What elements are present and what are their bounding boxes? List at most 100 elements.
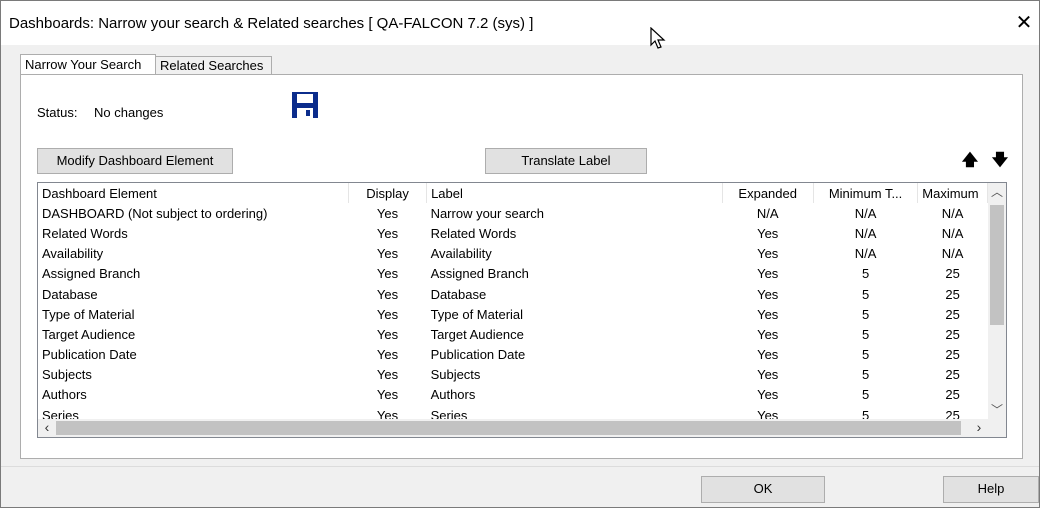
table-cell: Target Audience (430, 326, 524, 342)
table-cell: Publication Date (430, 347, 526, 363)
table-cell: N/A (854, 205, 877, 221)
table-cell: 25 (945, 306, 960, 322)
table-cell: DASHBOARD (Not subject to ordering) (42, 205, 268, 221)
table-cell: 25 (945, 387, 960, 403)
table-cell: 25 (945, 286, 960, 302)
table-row[interactable]: Publication Date Yes Publication Date Yes 5 2… (38, 345, 988, 365)
table-cell: 5 (861, 266, 870, 282)
table-cell: Yes (376, 205, 399, 221)
table-cell: 5 (861, 387, 870, 403)
column-header[interactable]: Display (348, 183, 428, 204)
column-header[interactable]: Maximum (917, 183, 988, 204)
table-cell: 5 (861, 306, 870, 322)
scroll-right-icon[interactable]: › (970, 419, 988, 437)
table-cell: Yes (376, 266, 399, 282)
column-header[interactable]: Minimum T... (813, 183, 919, 204)
table-cell: Availability (430, 246, 492, 262)
table-cell: Authors (430, 387, 476, 403)
table-cell: Yes (376, 286, 399, 302)
modify-dashboard-element-button[interactable]: Modify Dashboard Element (37, 148, 233, 174)
tab-label: Narrow Your Search (25, 57, 142, 72)
table-cell: Yes (376, 306, 399, 322)
ok-button[interactable]: OK (701, 476, 825, 503)
table-cell: Target Audience (42, 326, 136, 342)
status-label: Status: (37, 105, 78, 120)
scroll-up-icon[interactable]: ︿ (988, 183, 1006, 201)
table-cell: Database (430, 286, 487, 302)
column-header[interactable]: Dashboard Element (38, 183, 349, 204)
table-cell: Yes (376, 387, 399, 403)
table-row[interactable]: Type of Material Yes Type of Material Yes 5 2… (38, 304, 988, 324)
move-up-icon[interactable]: 🡅 (959, 150, 981, 172)
tab-panel: Status: No changes Modify Dashboard Elem… (20, 74, 1023, 459)
table-cell: 25 (945, 347, 960, 363)
table-row[interactable]: Authors Yes Authors Yes 5 25 (38, 385, 988, 405)
table-row[interactable]: Related Words Yes Related Words Yes N/A N/A (38, 223, 988, 243)
vertical-scrollbar[interactable]: ︿ ﹀ (988, 183, 1006, 419)
translate-label-button[interactable]: Translate Label (485, 148, 647, 174)
table-cell: N/A (854, 225, 877, 241)
scroll-left-icon[interactable]: ‹ (38, 419, 56, 437)
table-cell: 5 (861, 286, 870, 302)
close-icon[interactable]: ✕ (1013, 13, 1035, 35)
table-cell: Yes (757, 225, 779, 241)
table-cell: N/A (941, 246, 964, 262)
table-cell: 25 (945, 266, 960, 282)
table-cell: Yes (757, 367, 779, 383)
table-cell: N/A (854, 246, 877, 262)
table-cell: Authors (42, 387, 87, 403)
move-down-icon[interactable]: 🡇 (989, 150, 1011, 172)
table-cell: Yes (757, 347, 779, 363)
table-cell: N/A (941, 225, 964, 241)
table-row[interactable]: Database Yes Database Yes 5 25 (38, 284, 988, 304)
table-body: DASHBOARD (Not subject to ordering) Yes Na… (38, 203, 988, 419)
table-cell: Subjects (42, 367, 92, 383)
table-row[interactable]: DASHBOARD (Not subject to ordering) Yes Na… (38, 203, 988, 223)
table-cell: Assigned Branch (430, 266, 529, 282)
table-cell: Yes (757, 407, 779, 419)
table-cell: Related Words (430, 225, 517, 241)
table-cell: 5 (861, 367, 870, 383)
table-row[interactable]: Target Audience Yes Target Audience Yes 5 25 (38, 324, 988, 344)
table-cell: N/A (756, 205, 779, 221)
table-cell: 5 (861, 326, 870, 342)
table-cell: Yes (757, 326, 779, 342)
table-row[interactable]: Assigned Branch Yes Assigned Branch Yes 5 25 (38, 264, 988, 284)
horizontal-scroll-thumb[interactable] (56, 421, 961, 435)
table-cell: Assigned Branch (42, 266, 141, 282)
table-row[interactable]: Availability Yes Availability Yes N/A N/A (38, 244, 988, 264)
horizontal-scrollbar[interactable]: ‹ › (38, 419, 988, 437)
table-cell: Related Words (42, 225, 128, 241)
vertical-scroll-thumb[interactable] (990, 205, 1004, 325)
table-row[interactable]: Series Yes Series Yes 5 25 (38, 405, 988, 419)
scroll-down-icon[interactable]: ﹀ (988, 401, 1006, 419)
tab-related-searches[interactable]: Related Searches (155, 56, 272, 74)
table-cell: Yes (376, 367, 399, 383)
dashboard-elements-table: Dashboard Element Display Label Expanded… (38, 183, 988, 419)
dialog-window: Dashboards: Narrow your search & Related… (0, 0, 1040, 508)
table-cell: 25 (945, 326, 960, 342)
grid-viewport: Dashboard Element Display Label Expanded… (38, 183, 988, 419)
help-button[interactable]: Help (943, 476, 1039, 503)
table-header-row: Dashboard Element Display Label Expanded… (38, 183, 988, 204)
table-cell: N/A (941, 205, 964, 221)
table-cell: Yes (376, 246, 399, 262)
table-row[interactable]: Subjects Yes Subjects Yes 5 25 (38, 365, 988, 385)
column-header[interactable]: Expanded (722, 183, 814, 204)
table-cell: Narrow your search (430, 205, 544, 221)
tab-label: Related Searches (160, 58, 264, 73)
save-icon[interactable] (292, 92, 318, 118)
scrollbar-corner (988, 419, 1006, 437)
table-cell: Type of Material (430, 306, 524, 322)
table-cell: Availability (42, 246, 104, 262)
tab-narrow-your-search[interactable]: Narrow Your Search (20, 54, 156, 74)
title-bar: Dashboards: Narrow your search & Related… (1, 1, 1039, 49)
table-cell: Yes (376, 326, 399, 342)
window-title: Dashboards: Narrow your search & Related… (9, 15, 534, 32)
column-header[interactable]: Label (426, 183, 723, 204)
table-cell: 25 (945, 407, 960, 419)
mouse-cursor-icon (650, 27, 666, 49)
table-cell: Yes (757, 246, 779, 262)
dashboard-elements-grid[interactable]: Dashboard Element Display Label Expanded… (37, 182, 1007, 438)
table-cell: Yes (757, 286, 779, 302)
